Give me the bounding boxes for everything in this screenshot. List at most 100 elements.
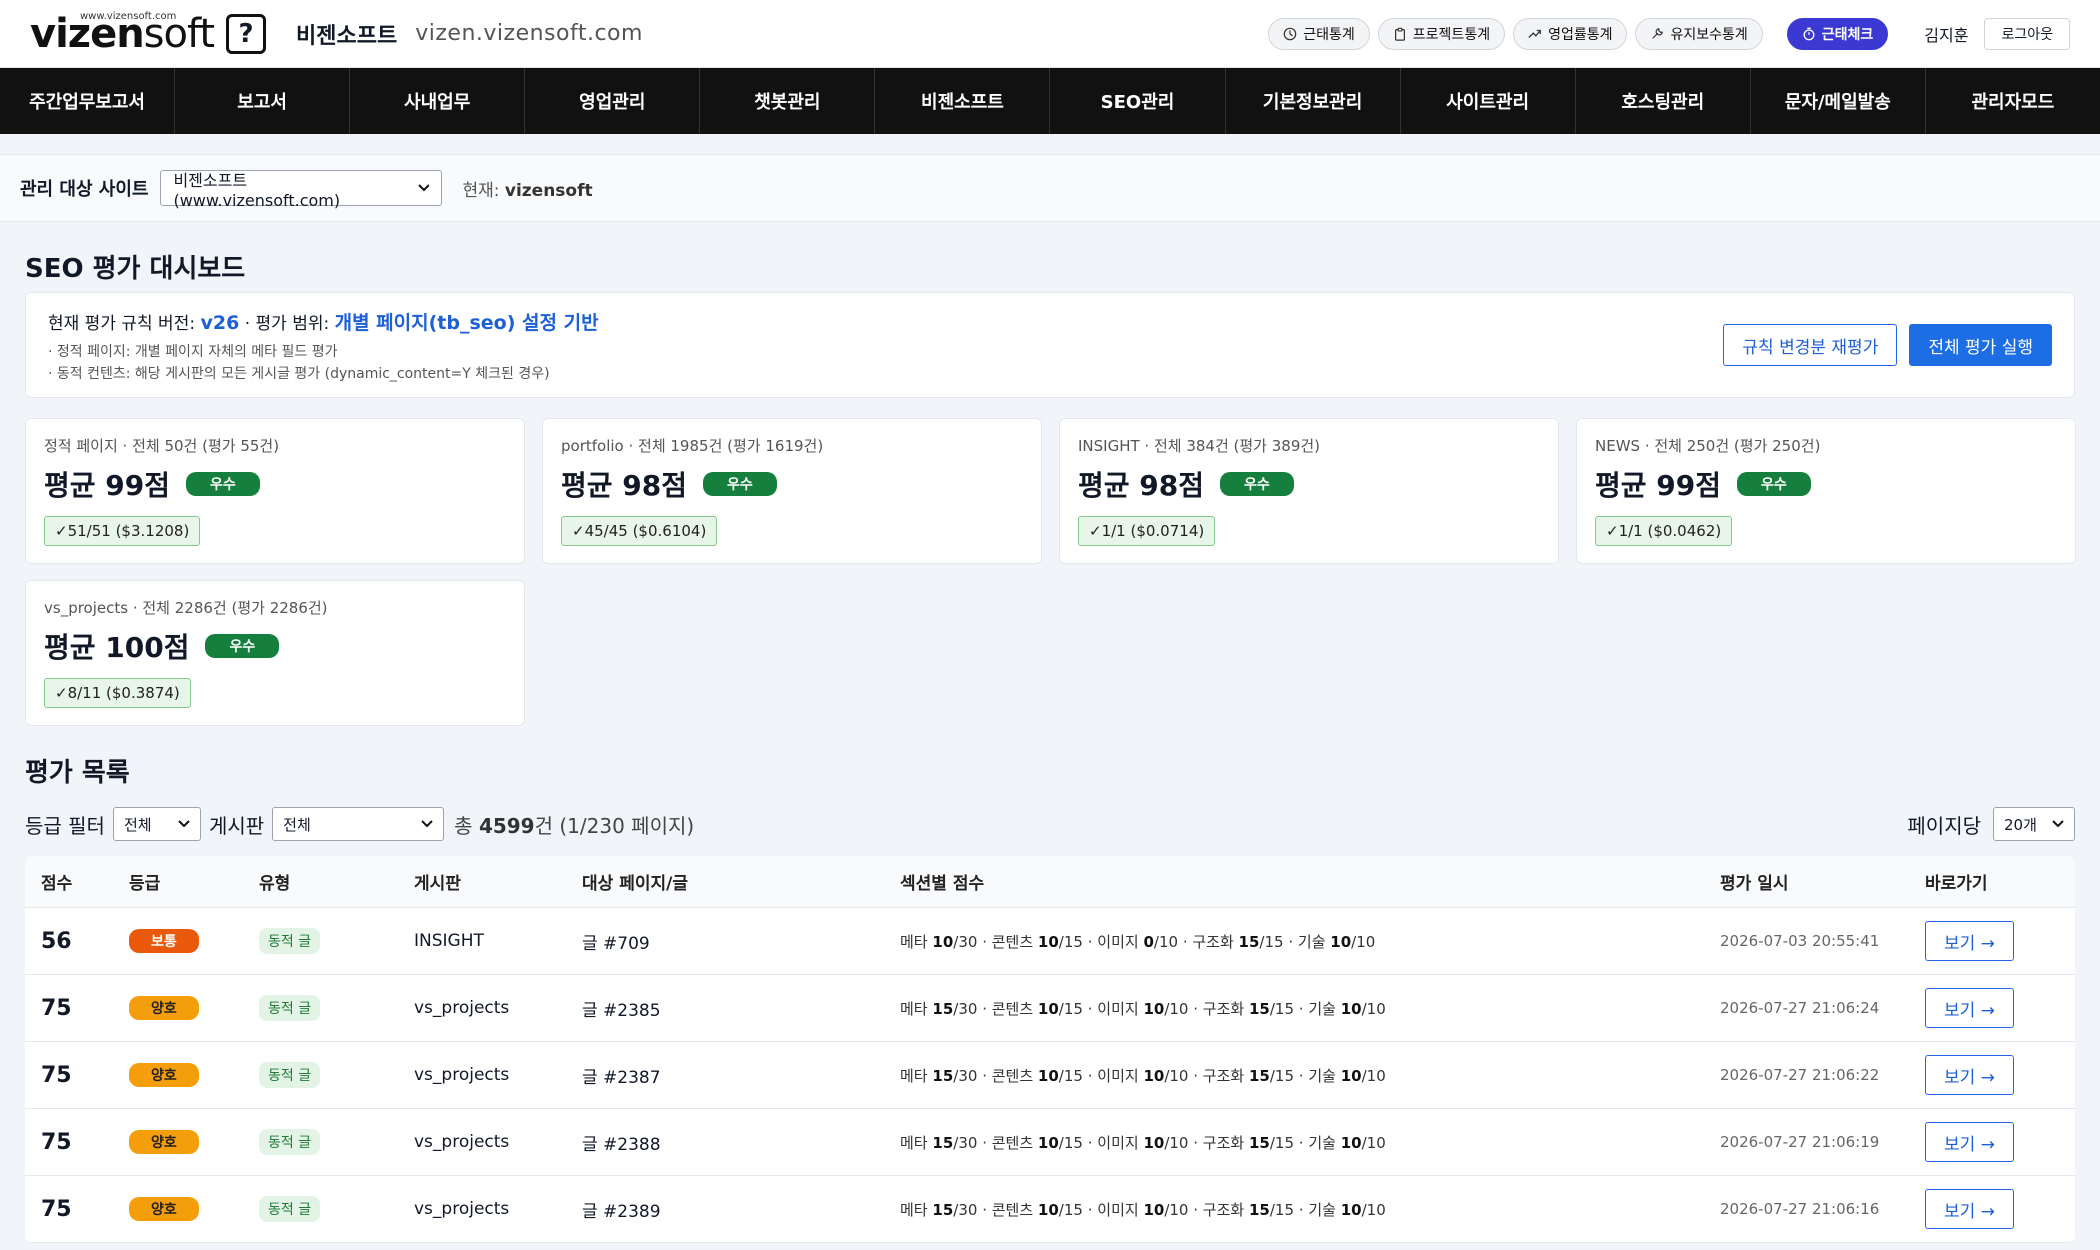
table-row: 75 양호 동적 글 vs_projects 글 #2388 메타 15/30 · 콘텐츠… [25, 1109, 2075, 1176]
section-score: 이미지 10/10 [1097, 1066, 1189, 1085]
table-row: 56 보통 동적 글 INSIGHT 글 #709 메타 10/30 · 콘텐츠 10/1… [25, 908, 2075, 975]
view-button[interactable]: 보기 → [1925, 1122, 2014, 1162]
top-actions: 근태통계 프로젝트통계 영업률통계 유지보수통계 근태체크 김지훈 로그아웃 [1268, 17, 2070, 50]
user-name: 김지훈 [1924, 25, 1969, 45]
logout-button[interactable]: 로그아웃 [1984, 17, 2070, 50]
column-header-date[interactable]: 평가 일시 [1720, 869, 1925, 894]
section-score: 메타 15/30 [900, 1200, 978, 1219]
target-page: 글 #2389 [582, 1201, 661, 1222]
average-score: 평균 98점 [561, 469, 687, 502]
reevaluate-changed-button[interactable]: 규칙 변경분 재평가 [1723, 324, 1898, 366]
view-button[interactable]: 보기 → [1925, 921, 2014, 961]
nav-chatbot[interactable]: 챗봇관리 [700, 68, 876, 134]
type-badge: 동적 글 [259, 928, 321, 954]
type-badge: 동적 글 [259, 1196, 321, 1222]
grade-badge: 우수 [1737, 472, 1811, 496]
evaluation-date: 2026-07-27 21:06:22 [1720, 1066, 1880, 1084]
section-score: 구조화 15/15 [1202, 999, 1295, 1018]
section-score: 기술 10/10 [1297, 932, 1376, 951]
board-filter-label: 게시판 [208, 813, 265, 838]
section-score: 기술 10/10 [1308, 1066, 1386, 1085]
stopwatch-icon [1803, 27, 1815, 40]
attendance-stats-button[interactable]: 근태통계 [1268, 17, 1370, 50]
target-page: 글 #2385 [582, 1000, 661, 1021]
logo-wordmark: www.vizensoft.com vizensoft [30, 10, 215, 57]
pass-stat: ✓51/51 ($3.1208) [44, 516, 201, 546]
chevron-down-icon [417, 184, 430, 192]
nav-admin[interactable]: 관리자모드 [1926, 68, 2100, 134]
nav-sites[interactable]: 사이트관리 [1401, 68, 1576, 134]
chevron-down-icon [178, 820, 190, 828]
pass-stat: ✓45/45 ($0.6104) [561, 516, 718, 546]
type-badge: 동적 글 [259, 1062, 321, 1088]
per-page-label: 페이지당 [1907, 813, 1981, 838]
logo[interactable]: www.vizensoft.com vizensoft ? [30, 10, 267, 57]
top-header: www.vizensoft.com vizensoft ? 비젠소프트 vize… [0, 0, 2100, 68]
attendance-check-button[interactable]: 근태체크 [1786, 17, 1889, 50]
nav-sales[interactable]: 영업관리 [525, 68, 701, 134]
nav-vizensoft[interactable]: 비젠소프트 [875, 68, 1051, 134]
section-score: 콘텐츠 10/15 [991, 999, 1083, 1018]
column-header-grade[interactable]: 등급 [129, 869, 259, 894]
nav-sms-mail[interactable]: 문자/메일발송 [1751, 68, 1926, 134]
section-score: 콘텐츠 10/15 [991, 1066, 1083, 1085]
maintenance-stats-button[interactable]: 유지보수통계 [1635, 17, 1763, 50]
view-button[interactable]: 보기 → [1925, 1055, 2014, 1095]
grade-badge: 우수 [1220, 472, 1294, 496]
grade-badge: 우수 [205, 634, 280, 658]
column-header-type[interactable]: 유형 [259, 869, 414, 894]
pass-stat: ✓1/1 ($0.0714) [1078, 516, 1216, 546]
section-score: 콘텐츠 10/15 [991, 1133, 1083, 1152]
score-value: 56 [41, 928, 72, 954]
view-button[interactable]: 보기 → [1925, 988, 2014, 1028]
wrench-icon [1652, 27, 1664, 39]
nav-weekly-report[interactable]: 주간업무보고서 [0, 68, 176, 134]
average-score: 평균 98점 [1078, 469, 1204, 502]
project-stats-button[interactable]: 프로젝트통계 [1377, 17, 1506, 50]
column-header-target[interactable]: 대상 페이지/글 [582, 869, 900, 894]
section-score: 이미지 0/10 [1097, 932, 1179, 951]
grade-filter-select[interactable]: 전체 [112, 807, 201, 841]
evaluation-scope: 개별 페이지(tb_seo) 설정 기반 [334, 311, 599, 334]
sales-stats-button[interactable]: 영업률통계 [1513, 17, 1628, 50]
nav-basic-info[interactable]: 기본정보관리 [1226, 68, 1401, 134]
section-score: 기술 10/10 [1308, 999, 1386, 1018]
summary-card-insight: INSIGHT · 전체 384건 (평가 389건) 평균 98점 우수 ✓1/… [1059, 418, 1559, 564]
view-button[interactable]: 보기 → [1925, 1189, 2014, 1229]
summary-card-portfolio: portfolio · 전체 1985건 (평가 1619건) 평균 98점 우수… [542, 418, 1042, 564]
board-filter-select[interactable]: 전체 [272, 807, 445, 841]
board-name: vs_projects [414, 1199, 510, 1219]
total-count: 총 4599건 (1/230 페이지) [454, 813, 695, 838]
table-body: 56 보통 동적 글 INSIGHT 글 #709 메타 10/30 · 콘텐츠 10/1… [25, 908, 2075, 1243]
table-header: 점수 등급 유형 게시판 대상 페이지/글 섹션별 점수 평가 일시 바로가기 [25, 856, 2075, 908]
evaluation-table: 점수 등급 유형 게시판 대상 페이지/글 섹션별 점수 평가 일시 바로가기 … [25, 856, 2075, 1243]
domain-text: vizen.vizensoft.com [415, 21, 643, 46]
static-page-note: · 정적 페이지: 개별 페이지 자체의 메타 필드 평가 [48, 343, 338, 360]
column-header-score[interactable]: 점수 [25, 869, 129, 894]
nav-internal-work[interactable]: 사내업무 [350, 68, 526, 134]
column-header-sections[interactable]: 섹션별 점수 [900, 869, 1720, 894]
evaluation-date: 2026-07-27 21:06:24 [1720, 999, 1880, 1017]
logo-url: www.vizensoft.com [80, 10, 177, 22]
run-all-evaluation-button[interactable]: 전체 평가 실행 [1909, 324, 2052, 366]
board-name: vs_projects [414, 998, 510, 1018]
section-score: 구조화 15/15 [1192, 932, 1284, 951]
board-name: INSIGHT [414, 931, 484, 951]
target-page: 글 #709 [582, 933, 650, 954]
nav-hosting[interactable]: 호스팅관리 [1576, 68, 1751, 134]
score-value: 75 [41, 995, 72, 1021]
nav-reports[interactable]: 보고서 [175, 68, 351, 134]
summary-card-news: NEWS · 전체 250건 (평가 250건) 평균 99점 우수 ✓1/1 (… [1576, 418, 2076, 564]
score-value: 75 [41, 1196, 72, 1222]
section-scores: 메타 15/30 · 콘텐츠 10/15 · 이미지 10/10 · 구조화 1… [900, 1133, 1386, 1152]
type-badge: 동적 글 [259, 995, 321, 1021]
column-header-board[interactable]: 게시판 [414, 869, 582, 894]
per-page-select[interactable]: 20개 [1993, 807, 2075, 841]
nav-seo[interactable]: SEO관리 [1050, 68, 1226, 134]
site-select[interactable]: 비젠소프트 (www.vizensoft.com) [160, 170, 443, 210]
section-score: 메타 15/30 [900, 999, 978, 1018]
grade-badge: 양호 [129, 1063, 199, 1087]
main-content: SEO 평가 대시보드 현재 평가 규칙 버전: v26 · 평가 범위: 개별… [0, 248, 2100, 1243]
rule-version: v26 [200, 311, 240, 334]
average-score: 평균 99점 [1595, 469, 1721, 502]
